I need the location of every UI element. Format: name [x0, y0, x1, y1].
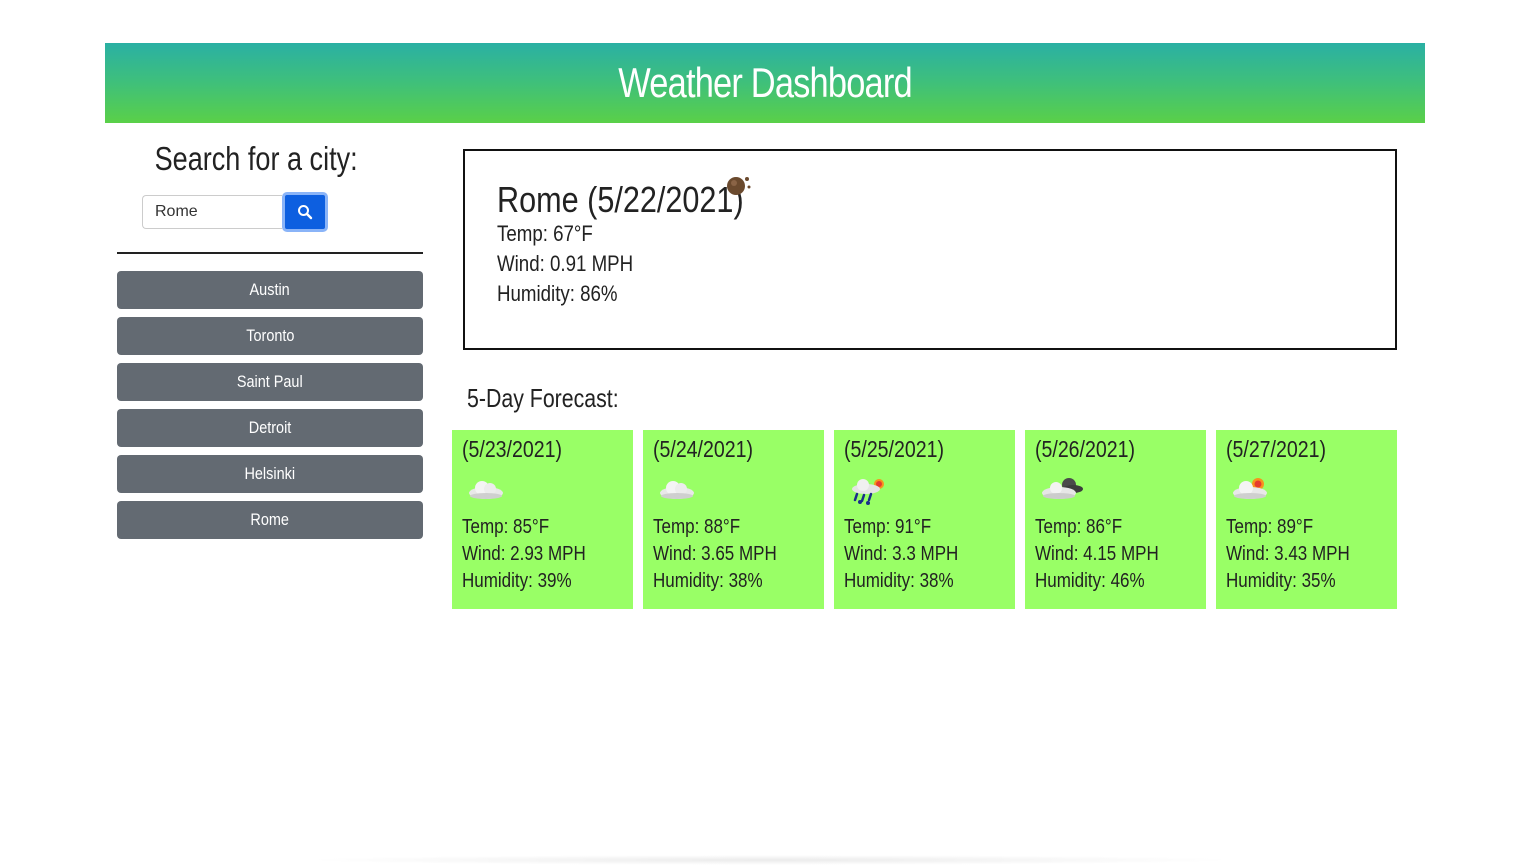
forecast-heading: 5-Day Forecast: [467, 383, 619, 413]
forecast-card: (5/25/2021) Temp: 91°F Wind: 3.3 MPH Hum… [834, 430, 1015, 609]
page: Weather Dashboard Search for a city: Aus… [0, 0, 1531, 865]
forecast-wind: Wind: 3.43 MPH [1226, 543, 1350, 565]
search-icon [298, 205, 313, 220]
forecast-temp: Temp: 91°F [844, 516, 932, 538]
forecast-row: (5/23/2021) Temp: 85°F Wind: 2.93 MPH Hu… [452, 430, 1397, 609]
forecast-humidity: Humidity: 38% [653, 570, 763, 592]
search-heading: Search for a city: [154, 140, 358, 177]
forecast-wind: Wind: 3.3 MPH [844, 543, 959, 565]
current-weather-card: Rome (5/22/2021) Temp: 67°F Wind: 0.91 M… [463, 149, 1397, 350]
forecast-temp: Temp: 85°F [462, 516, 550, 538]
forecast-temp: Temp: 86°F [1035, 516, 1123, 538]
forecast-card: (5/24/2021) Temp: 88°F Wind: 3.65 MPH Hu… [643, 430, 824, 609]
bottom-shadow [300, 855, 1240, 865]
history-button-detroit[interactable]: Detroit [117, 409, 423, 447]
forecast-humidity: Humidity: 39% [462, 570, 572, 592]
forecast-temp: Temp: 89°F [1226, 516, 1314, 538]
cloud-sun-icon [1233, 478, 1267, 499]
forecast-humidity: Humidity: 35% [1226, 570, 1336, 592]
search-history-list: Austin Toronto Saint Paul Detroit Helsin… [117, 271, 423, 547]
forecast-temp: Temp: 88°F [653, 516, 741, 538]
forecast-wind: Wind: 4.15 MPH [1035, 543, 1159, 565]
history-button-saint-paul[interactable]: Saint Paul [117, 363, 423, 401]
forecast-date: (5/26/2021) [1035, 436, 1135, 462]
history-button-toronto[interactable]: Toronto [117, 317, 423, 355]
forecast-card: (5/23/2021) Temp: 85°F Wind: 2.93 MPH Hu… [452, 430, 633, 609]
forecast-humidity: Humidity: 38% [844, 570, 954, 592]
forecast-card: (5/26/2021) Temp: 86°F Wind: 4.15 MPH Hu… [1025, 430, 1206, 609]
forecast-date: (5/23/2021) [462, 436, 562, 462]
search-button[interactable] [282, 192, 328, 232]
cloud-icon [469, 481, 503, 499]
weather-icon [727, 177, 751, 195]
cloud-dark-icon [1042, 478, 1083, 499]
rain-sun-icon [852, 479, 884, 505]
current-wind: Wind: 0.91 MPH [497, 251, 634, 276]
forecast-humidity: Humidity: 46% [1035, 570, 1145, 592]
city-search-input[interactable] [142, 195, 282, 229]
history-button-rome[interactable]: Rome [117, 501, 423, 539]
forecast-wind: Wind: 3.65 MPH [653, 543, 777, 565]
forecast-date: (5/24/2021) [653, 436, 753, 462]
history-button-austin[interactable]: Austin [117, 271, 423, 309]
search-form [142, 192, 328, 232]
forecast-date: (5/27/2021) [1226, 436, 1326, 462]
forecast-date: (5/25/2021) [844, 436, 944, 462]
current-city-title: Rome (5/22/2021) [497, 179, 744, 220]
forecast-card: (5/27/2021) Temp: 89°F Wind: 3.43 MPH Hu… [1216, 430, 1397, 609]
header-banner: Weather Dashboard [105, 43, 1425, 123]
current-temp: Temp: 67°F [497, 221, 593, 246]
page-title: Weather Dashboard [618, 59, 912, 106]
sidebar-divider [117, 252, 423, 254]
forecast-wind: Wind: 2.93 MPH [462, 543, 586, 565]
current-humidity: Humidity: 86% [497, 281, 618, 306]
cloud-icon [660, 481, 694, 499]
history-button-helsinki[interactable]: Helsinki [117, 455, 423, 493]
